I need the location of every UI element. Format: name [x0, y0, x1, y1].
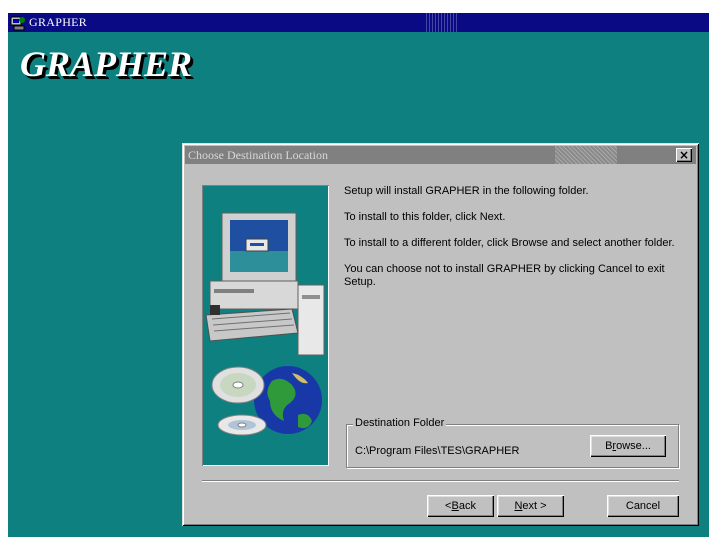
browse-label-pre: B	[605, 440, 613, 452]
close-button[interactable]: ×	[676, 148, 692, 162]
setup-illustration	[202, 185, 329, 466]
choose-destination-dialog: Choose Destination Location × Setup will…	[182, 143, 699, 526]
instruction-line: To install to this folder, click Next.	[344, 211, 506, 223]
titlebar-dither	[426, 13, 458, 32]
next-label-post: ext >	[522, 500, 547, 512]
destination-folder-label: Destination Folder	[353, 417, 447, 429]
next-button[interactable]: Next >	[497, 495, 564, 517]
cancel-button[interactable]: Cancel	[607, 495, 679, 517]
app-titlebar[interactable]: GRAPHER	[8, 13, 709, 32]
app-banner-title: GRAPHER	[20, 44, 193, 84]
close-icon: ×	[678, 148, 690, 162]
computer-icon	[205, 212, 325, 356]
destination-path: C:\Program Files\TES\GRAPHER	[355, 445, 520, 457]
button-separator	[202, 480, 679, 482]
dialog-titlebar-dither	[555, 146, 617, 164]
back-button[interactable]: < Back	[427, 495, 494, 517]
back-label-accel: B	[451, 500, 459, 512]
instruction-line: Setup will install GRAPHER in the follow…	[344, 185, 589, 197]
next-label-accel: N	[514, 500, 523, 512]
setup-app-icon[interactable]	[10, 15, 26, 31]
instructions: Setup will install GRAPHER in the follow…	[344, 185, 689, 302]
browse-label-post: owse...	[616, 440, 651, 452]
instruction-line: You can choose not to install GRAPHER by…	[344, 263, 665, 288]
dialog-title: Choose Destination Location	[188, 147, 328, 162]
instruction-line: To install to a different folder, click …	[344, 237, 675, 249]
back-label-post: ack	[458, 500, 476, 512]
app-title: GRAPHER	[29, 15, 88, 29]
browse-button[interactable]: Br owse...	[590, 435, 666, 457]
cancel-label: Cancel	[625, 500, 661, 512]
dialog-titlebar[interactable]: Choose Destination Location ×	[185, 146, 696, 164]
